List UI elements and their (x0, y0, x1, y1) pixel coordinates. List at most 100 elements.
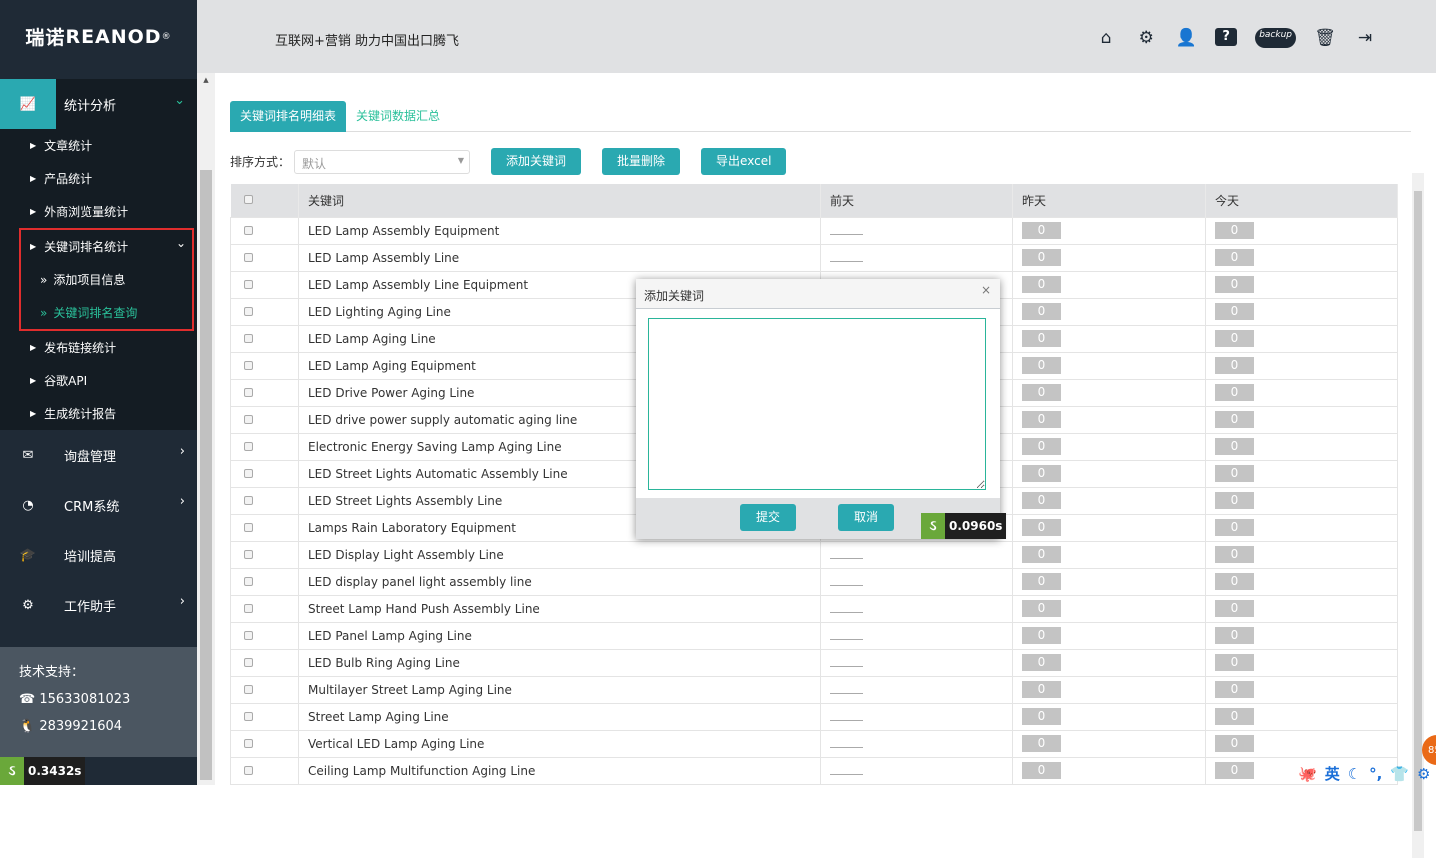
sidebar-subsub-item-add-project[interactable]: » 添加项目信息 (21, 263, 192, 296)
rank-badge: 0 (1022, 222, 1061, 239)
sidebar-scrollbar[interactable]: ▲ (197, 73, 215, 785)
floating-ball[interactable]: 85 (1422, 735, 1436, 765)
row-checkbox[interactable] (244, 765, 253, 775)
day-before-cell (820, 729, 1013, 758)
rank-badge: 0 (1215, 357, 1254, 374)
sidebar-sub-item[interactable]: ▶ 发布链接统计 (0, 331, 197, 364)
yesterday-cell: 0 (1012, 405, 1206, 434)
sidebar-item-statistics[interactable]: 📈 统计分析 ⌄ (0, 79, 197, 129)
row-checkbox[interactable] (244, 414, 253, 424)
row-checkbox[interactable] (244, 495, 253, 505)
sidebar-sub-item[interactable]: ▶ 产品统计 (0, 162, 197, 195)
caret-right-icon: ▶ (30, 174, 37, 183)
row-checkbox[interactable] (244, 522, 253, 532)
empty-dash (830, 773, 863, 775)
row-checkbox[interactable] (244, 360, 253, 370)
rank-badge: 0 (1215, 735, 1254, 752)
sidebar-item-inquiry[interactable]: ✉ 询盘管理 › (0, 430, 197, 480)
trash-icon[interactable]: 🗑 (1314, 28, 1336, 48)
yesterday-cell: 0 (1012, 324, 1206, 353)
export-excel-button[interactable]: 导出excel (701, 148, 787, 175)
day-before-cell (820, 675, 1013, 704)
row-checkbox[interactable] (244, 630, 253, 640)
ime-toolbar[interactable]: 🐙 英 ☾ °, 👕 ⚙ (1298, 763, 1431, 784)
sidebar-sub-item[interactable]: ▶ 谷歌API (0, 364, 197, 397)
row-checkbox[interactable] (244, 549, 253, 559)
rank-badge: 0 (1215, 681, 1254, 698)
add-keyword-button[interactable]: 添加关键词 (491, 148, 582, 175)
row-checkbox[interactable] (244, 657, 253, 667)
keyword-cell: Multilayer Street Lamp Aging Line (298, 675, 821, 704)
row-checkbox[interactable] (244, 333, 253, 343)
moon-icon[interactable]: ☾ (1348, 765, 1361, 783)
yesterday-cell: 0 (1012, 432, 1206, 461)
yesterday-cell: 0 (1012, 351, 1206, 380)
pie-chart-icon: ◔ (22, 497, 34, 513)
logout-icon[interactable]: ⇥ (1354, 28, 1376, 48)
row-checkbox[interactable] (244, 603, 253, 613)
sidebar-item-training[interactable]: 🎓 培训提高 (0, 530, 197, 580)
tab-keyword-detail[interactable]: 关键词排名明细表 (230, 101, 347, 132)
backup-cloud-icon[interactable]: backup (1255, 28, 1296, 48)
row-checkbox[interactable] (244, 441, 253, 451)
scrollbar-thumb[interactable] (1414, 191, 1422, 831)
sidebar-sub-item-keyword-ranking[interactable]: ▶ 关键词排名统计 ⌄ (21, 230, 192, 263)
sidebar-sub-item[interactable]: ▶ 生成统计报告 (0, 397, 197, 430)
empty-dash (830, 557, 863, 559)
keyword-cell: Street Lamp Hand Push Assembly Line (298, 594, 821, 623)
close-icon[interactable]: × (981, 283, 991, 297)
label: 文章统计 (44, 139, 93, 153)
batch-delete-button[interactable]: 批量删除 (602, 148, 681, 175)
sort-select[interactable]: 默认 ▼ (294, 149, 471, 174)
caret-right-icon: ▶ (30, 242, 37, 251)
sidebar-sub-item[interactable]: ▶ 文章统计 (0, 129, 197, 162)
scroll-up-icon[interactable]: ▲ (197, 73, 215, 84)
label: 生成统计报告 (44, 407, 117, 421)
ime-language[interactable]: 英 (1325, 763, 1340, 784)
keyword-cell: LED display panel light assembly line (298, 567, 821, 596)
sidebar-subsub-item-keyword-query[interactable]: » 关键词排名查询 (21, 296, 192, 329)
filter-bar: 排序方式： 默认 ▼ 添加关键词 批量删除 导出excel (230, 148, 787, 175)
help-icon[interactable]: ? (1215, 28, 1238, 46)
row-checkbox[interactable] (244, 738, 253, 748)
tab-keyword-summary[interactable]: 关键词数据汇总 (346, 101, 450, 132)
scrollbar-thumb[interactable] (200, 170, 212, 780)
row-checkbox[interactable] (244, 279, 253, 289)
settings-icon[interactable]: ⚙ (1417, 765, 1430, 783)
yesterday-cell: 0 (1012, 567, 1206, 596)
rank-badge: 0 (1022, 411, 1061, 428)
rank-badge: 0 (1022, 330, 1061, 347)
gear-icon[interactable]: ⚙ (1135, 28, 1157, 48)
sort-label: 排序方式： (230, 155, 291, 169)
home-icon[interactable]: ⌂ (1095, 28, 1117, 48)
phone-icon: ☎ (19, 692, 40, 707)
row-checkbox[interactable] (244, 306, 253, 316)
rank-badge: 0 (1215, 627, 1254, 644)
cancel-button[interactable]: 取消 (838, 504, 894, 531)
row-checkbox[interactable] (244, 387, 253, 397)
row-checkbox[interactable] (244, 468, 253, 478)
sidebar-item-tools[interactable]: ⚙ 工作助手 › (0, 580, 197, 630)
row-checkbox[interactable] (244, 576, 253, 586)
keyword-textarea[interactable] (648, 318, 986, 490)
submit-button[interactable]: 提交 (740, 504, 796, 531)
user-icon[interactable]: 👤 (1175, 28, 1197, 48)
label: 询盘管理 (64, 449, 117, 465)
punctuation-icon[interactable]: °, (1369, 765, 1382, 783)
select-all-checkbox[interactable] (243, 195, 253, 205)
statistics-submenu: ▶ 文章统计 ▶ 产品统计 ▶ 外商浏览量统计 ▶ 关键词排名统计 ⌄ » 添加项目信息 »… (0, 129, 197, 430)
checkbox-cell (230, 324, 299, 353)
table-row: Street Lamp Aging Line 0 0 (230, 702, 1398, 731)
table-row: LED Lamp Assembly Equipment 0 0 (230, 216, 1398, 245)
row-checkbox[interactable] (244, 225, 253, 235)
row-checkbox[interactable] (244, 252, 253, 262)
sidebar-item-crm[interactable]: ◔ CRM系统 › (0, 480, 197, 530)
skin-icon[interactable]: 👕 (1390, 765, 1409, 783)
today-cell: 0 (1205, 459, 1398, 488)
yesterday-cell: 0 (1012, 486, 1206, 515)
row-checkbox[interactable] (244, 684, 253, 694)
sidebar-sub-item[interactable]: ▶ 外商浏览量统计 (0, 195, 197, 228)
today-cell: 0 (1205, 702, 1398, 731)
row-checkbox[interactable] (244, 711, 253, 721)
checkbox-cell (230, 243, 299, 272)
